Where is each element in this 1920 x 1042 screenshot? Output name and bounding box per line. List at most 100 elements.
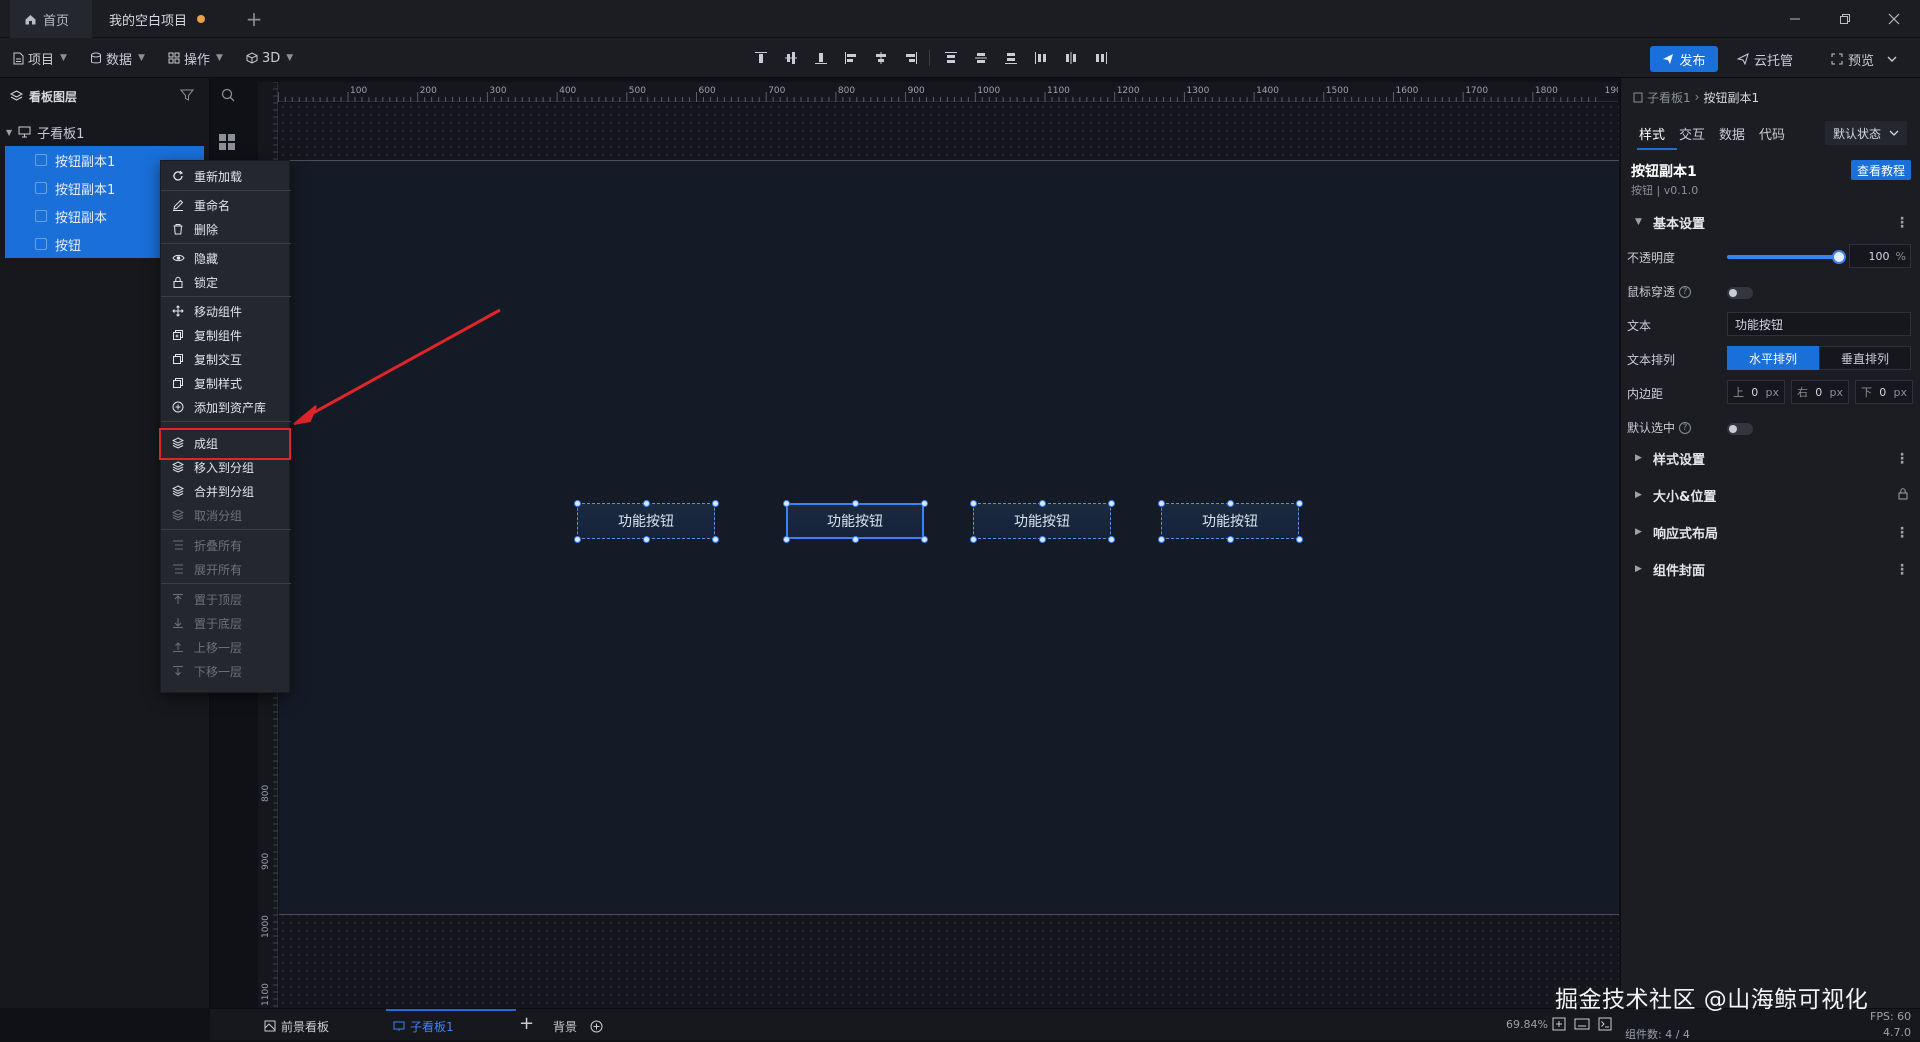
align-left-icon[interactable] [841, 48, 861, 68]
canvas-function-button[interactable]: 功能按钮 [973, 503, 1111, 539]
distribute-bottom-icon[interactable] [1001, 48, 1021, 68]
menu-item-rename[interactable]: 重命名 [161, 193, 291, 217]
align-top-icon[interactable] [751, 48, 771, 68]
distribute-vcenter-icon[interactable] [971, 48, 991, 68]
resize-handle[interactable] [1038, 499, 1046, 507]
lock-icon[interactable] [1897, 487, 1909, 500]
close-icon[interactable] [1884, 9, 1904, 29]
tab-project[interactable]: 我的空白项目 [95, 0, 235, 38]
mouse-through-toggle[interactable] [1727, 287, 1753, 299]
align-right-icon[interactable] [901, 48, 921, 68]
resize-handle[interactable] [573, 535, 581, 543]
board-tab-foreground[interactable]: 前景看板 [264, 1016, 329, 1036]
more-vertical-icon[interactable]: ⋮ [1895, 525, 1909, 541]
resize-handle[interactable] [969, 499, 977, 507]
canvas-function-button[interactable]: 功能按钮 [1161, 503, 1299, 539]
section-responsive-layout[interactable]: ▶ 响应式布局 ⋮ [1621, 514, 1920, 550]
tab-data[interactable]: 数据 [1719, 124, 1745, 144]
resize-handle[interactable] [920, 499, 928, 507]
menu-item-collapse-all[interactable]: 折叠所有 [161, 533, 291, 557]
padding-bottom-input[interactable]: 下 0 px [1855, 380, 1913, 404]
tab-interaction[interactable]: 交互 [1679, 124, 1705, 144]
tree-root-board[interactable]: ▼ 子看板1 [0, 120, 210, 144]
menu-item-add-to-assets[interactable]: 添加到资产库 [161, 395, 291, 419]
resize-handle[interactable] [1157, 499, 1165, 507]
zoom-level[interactable]: 69.84% [1506, 1018, 1548, 1031]
section-basic-settings[interactable]: ▼ 基本设置 ⋮ [1621, 204, 1920, 240]
menu-item-copy-interaction[interactable]: 复制交互 [161, 347, 291, 371]
help-icon[interactable]: ? [1679, 421, 1692, 434]
align-bottom-icon[interactable] [811, 48, 831, 68]
resize-handle[interactable] [851, 499, 859, 507]
add-tab-button[interactable]: + [238, 0, 270, 38]
add-circle-icon[interactable] [590, 1020, 603, 1033]
align-hcenter-icon[interactable] [871, 48, 891, 68]
padding-top-input[interactable]: 上 0 px [1727, 380, 1785, 404]
resize-handle[interactable] [573, 499, 581, 507]
menu-item-send-to-bottom[interactable]: 置于底层 [161, 611, 291, 635]
cloud-host-button[interactable]: 云托管 [1730, 46, 1800, 72]
tab-style[interactable]: 样式 [1639, 124, 1665, 144]
resize-handle[interactable] [1157, 535, 1165, 543]
fit-screen-icon[interactable] [1552, 1017, 1566, 1031]
resize-handle[interactable] [1226, 499, 1234, 507]
arrange-vertical-button[interactable]: 垂直排列 [1819, 346, 1911, 370]
tab-home[interactable]: 首页 [10, 0, 92, 38]
resize-handle[interactable] [1226, 535, 1234, 543]
more-vertical-icon[interactable]: ⋮ [1895, 562, 1909, 578]
section-size-position[interactable]: ▶ 大小&位置 [1621, 477, 1920, 513]
resize-handle[interactable] [642, 535, 650, 543]
publish-button[interactable]: 发布 [1650, 46, 1718, 72]
text-input[interactable]: 功能按钮 [1727, 312, 1911, 336]
distribute-hcenter-icon[interactable] [1061, 48, 1081, 68]
menu-project[interactable]: 项目 ▼ [12, 47, 67, 69]
menu-3d[interactable]: 3D ▼ [246, 47, 293, 69]
menu-item-expand-all[interactable]: 展开所有 [161, 557, 291, 581]
canvas-function-button[interactable]: 功能按钮 [577, 503, 715, 539]
terminal-icon[interactable] [1598, 1017, 1612, 1031]
opacity-input[interactable]: 100 % [1849, 244, 1911, 268]
menu-item-bring-to-top[interactable]: 置于顶层 [161, 587, 291, 611]
board-tab-sub[interactable]: 子看板1 [393, 1016, 454, 1036]
state-select[interactable]: 默认状态 [1825, 121, 1907, 145]
menu-data[interactable]: 数据 ▼ [90, 47, 145, 69]
resize-handle[interactable] [1107, 535, 1115, 543]
resize-handle[interactable] [969, 535, 977, 543]
resize-handle[interactable] [920, 535, 928, 543]
resize-handle[interactable] [1295, 499, 1303, 507]
arrange-horizontal-button[interactable]: 水平排列 [1727, 346, 1819, 370]
distribute-right-icon[interactable] [1091, 48, 1111, 68]
menu-item-lock[interactable]: 锁定 [161, 270, 291, 294]
menu-item-merge-group[interactable]: 合并到分组 [161, 479, 291, 503]
minimize-icon[interactable] [1785, 9, 1805, 29]
opacity-slider-thumb[interactable] [1832, 250, 1846, 264]
menu-item-move[interactable]: 移动组件 [161, 299, 291, 323]
menu-item-move-up[interactable]: 上移一层 [161, 635, 291, 659]
resize-handle[interactable] [711, 535, 719, 543]
menu-item-copy-style[interactable]: 复制样式 [161, 371, 291, 395]
add-board-icon[interactable]: + [519, 1013, 534, 1034]
resize-handle[interactable] [782, 499, 790, 507]
resize-handle[interactable] [782, 535, 790, 543]
filter-icon[interactable] [180, 88, 194, 102]
more-vertical-icon[interactable]: ⋮ [1895, 451, 1909, 467]
search-icon[interactable] [221, 88, 235, 102]
view-tutorial-button[interactable]: 查看教程 [1851, 160, 1911, 180]
resize-handle[interactable] [1295, 535, 1303, 543]
resize-handle[interactable] [642, 499, 650, 507]
opacity-slider-track[interactable] [1727, 255, 1839, 259]
resize-handle[interactable] [711, 499, 719, 507]
breadcrumb-parent[interactable]: 子看板1 [1647, 89, 1691, 106]
align-vcenter-icon[interactable] [781, 48, 801, 68]
menu-item-ungroup[interactable]: 取消分组 [161, 503, 291, 527]
section-style-settings[interactable]: ▶ 样式设置 ⋮ [1621, 440, 1920, 476]
default-selected-toggle[interactable] [1727, 423, 1753, 435]
menu-item-move-down[interactable]: 下移一层 [161, 659, 291, 683]
restore-icon[interactable] [1835, 9, 1855, 29]
section-component-cover[interactable]: ▶ 组件封面 ⋮ [1621, 551, 1920, 587]
help-icon[interactable]: ? [1679, 285, 1692, 298]
sub-board[interactable] [279, 160, 1619, 915]
board-tab-background[interactable]: 背景 [553, 1016, 603, 1036]
menu-item-copy-component[interactable]: 复制组件 [161, 323, 291, 347]
distribute-left-icon[interactable] [1031, 48, 1051, 68]
